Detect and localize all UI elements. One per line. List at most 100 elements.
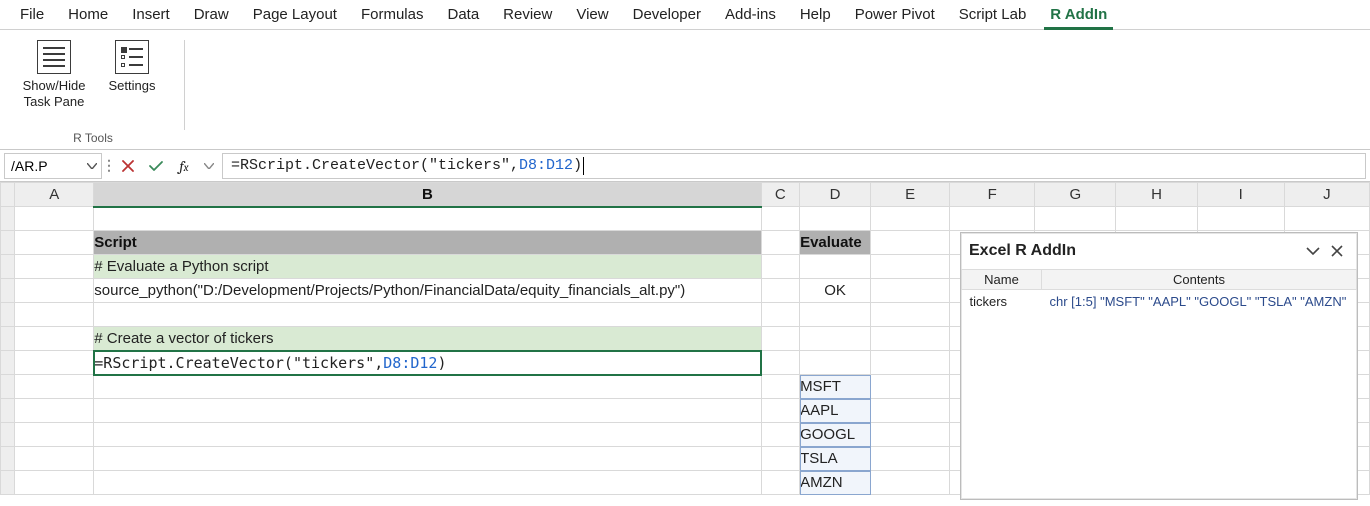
cell-A3[interactable] (15, 255, 94, 279)
cell-F1[interactable] (950, 207, 1035, 231)
row-header-12[interactable] (1, 471, 15, 495)
cell-J1[interactable] (1284, 207, 1369, 231)
cell-C11[interactable] (761, 447, 800, 471)
cell-A9[interactable] (15, 399, 94, 423)
cell-B2[interactable]: Script (94, 231, 761, 255)
col-header-B[interactable]: B (94, 183, 761, 207)
cell-D2[interactable]: Evaluate (800, 231, 871, 255)
settings-button[interactable]: Settings (96, 36, 168, 111)
cell-C2[interactable] (761, 231, 800, 255)
cell-C7[interactable] (761, 351, 800, 375)
name-box-dropdown[interactable] (83, 154, 101, 178)
row-header-7[interactable] (1, 351, 15, 375)
row-header-4[interactable] (1, 279, 15, 303)
cell-D4[interactable]: OK (800, 279, 871, 303)
pane-menu-button[interactable] (1301, 239, 1325, 263)
col-header-D[interactable]: D (800, 183, 871, 207)
cell-G1[interactable] (1035, 207, 1116, 231)
cell-B9[interactable] (94, 399, 761, 423)
cell-B3[interactable]: # Evaluate a Python script (94, 255, 761, 279)
cell-E11[interactable] (871, 447, 950, 471)
tab-power-pivot[interactable]: Power Pivot (843, 0, 947, 29)
row-header-6[interactable] (1, 327, 15, 351)
row-header-3[interactable] (1, 255, 15, 279)
pane-col-contents[interactable]: Contents (1042, 270, 1357, 290)
cell-D6[interactable] (800, 327, 871, 351)
cell-D12[interactable]: AMZN (800, 471, 871, 495)
cell-C10[interactable] (761, 423, 800, 447)
cell-H1[interactable] (1116, 207, 1197, 231)
row-header-5[interactable] (1, 303, 15, 327)
cell-A10[interactable] (15, 423, 94, 447)
cell-E4[interactable] (871, 279, 950, 303)
tab-home[interactable]: Home (56, 0, 120, 29)
cell-A1[interactable] (15, 207, 94, 231)
cell-E10[interactable] (871, 423, 950, 447)
cancel-button[interactable] (116, 154, 140, 178)
cell-B12[interactable] (94, 471, 761, 495)
cell-B1[interactable] (94, 207, 761, 231)
cell-B6[interactable]: # Create a vector of tickers (94, 327, 761, 351)
cell-D7[interactable] (800, 351, 871, 375)
tab-help[interactable]: Help (788, 0, 843, 29)
cell-A6[interactable] (15, 327, 94, 351)
pane-col-name[interactable]: Name (962, 270, 1042, 290)
cell-C1[interactable] (761, 207, 800, 231)
cell-E2[interactable] (871, 231, 950, 255)
cell-D8[interactable]: MSFT (800, 375, 871, 399)
cell-E6[interactable] (871, 327, 950, 351)
tab-formulas[interactable]: Formulas (349, 0, 436, 29)
cell-I1[interactable] (1197, 207, 1284, 231)
cell-A12[interactable] (15, 471, 94, 495)
name-box[interactable] (5, 154, 83, 178)
cell-A4[interactable] (15, 279, 94, 303)
select-all-corner[interactable] (1, 183, 15, 207)
cell-C6[interactable] (761, 327, 800, 351)
insert-function-button[interactable]: fx (172, 154, 196, 178)
cell-C4[interactable] (761, 279, 800, 303)
cell-E12[interactable] (871, 471, 950, 495)
tab-draw[interactable]: Draw (182, 0, 241, 29)
cell-C8[interactable] (761, 375, 800, 399)
col-header-E[interactable]: E (871, 183, 950, 207)
tab-data[interactable]: Data (435, 0, 491, 29)
show-hide-task-pane-button[interactable]: Show/HideTask Pane (18, 36, 90, 111)
cell-B8[interactable] (94, 375, 761, 399)
cell-C5[interactable] (761, 303, 800, 327)
tab-script-lab[interactable]: Script Lab (947, 0, 1039, 29)
tab-insert[interactable]: Insert (120, 0, 182, 29)
name-box-wrap[interactable] (4, 153, 102, 179)
cell-B10[interactable] (94, 423, 761, 447)
row-header-2[interactable] (1, 231, 15, 255)
col-header-C[interactable]: C (761, 183, 800, 207)
row-header-9[interactable] (1, 399, 15, 423)
col-header-H[interactable]: H (1116, 183, 1197, 207)
cell-B7[interactable]: =RScript.CreateVector("tickers",D8:D12) (94, 351, 761, 375)
cell-D3[interactable] (800, 255, 871, 279)
cell-E1[interactable] (871, 207, 950, 231)
col-header-G[interactable]: G (1035, 183, 1116, 207)
cell-B11[interactable] (94, 447, 761, 471)
col-header-I[interactable]: I (1197, 183, 1284, 207)
formula-bar-expand[interactable] (200, 153, 218, 178)
cell-C3[interactable] (761, 255, 800, 279)
cell-A7[interactable] (15, 351, 94, 375)
cell-D9[interactable]: AAPL (800, 399, 871, 423)
cell-D11[interactable]: TSLA (800, 447, 871, 471)
col-header-A[interactable]: A (15, 183, 94, 207)
cell-C12[interactable] (761, 471, 800, 495)
cell-E9[interactable] (871, 399, 950, 423)
cell-E5[interactable] (871, 303, 950, 327)
tab-file[interactable]: File (8, 0, 56, 29)
col-header-J[interactable]: J (1284, 183, 1369, 207)
cell-A5[interactable] (15, 303, 94, 327)
tab-view[interactable]: View (564, 0, 620, 29)
formula-input[interactable]: =RScript.CreateVector("tickers",D8:D12) (222, 153, 1366, 179)
row-header-10[interactable] (1, 423, 15, 447)
cell-E3[interactable] (871, 255, 950, 279)
row-header-8[interactable] (1, 375, 15, 399)
cell-C9[interactable] (761, 399, 800, 423)
cell-D10[interactable]: GOOGL (800, 423, 871, 447)
row-header-11[interactable] (1, 447, 15, 471)
cell-B5[interactable] (94, 303, 761, 327)
